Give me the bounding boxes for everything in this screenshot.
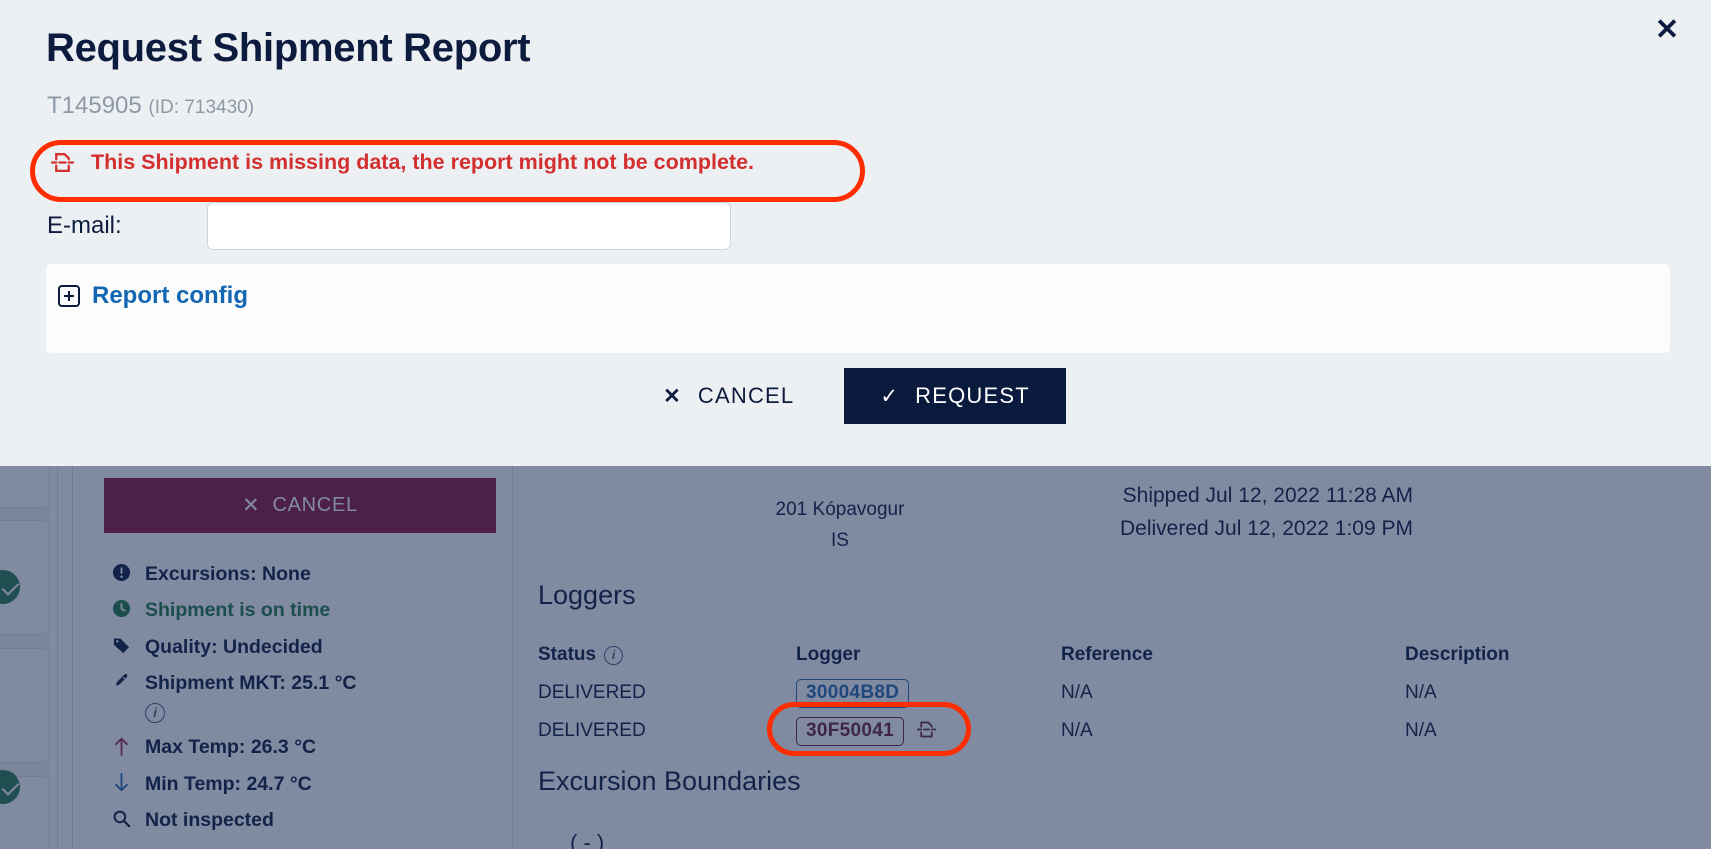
column-header-description: Description [1405,644,1668,666]
arrow-up-icon [110,733,132,756]
address-line-2: IS [700,526,980,557]
close-icon: ✕ [242,495,260,516]
shipment-code: T145905 [47,92,142,119]
stat-mkt: Shipment MKT: 25.1 °C i [110,669,510,726]
shipped-date: Shipped Jul 12, 2022 11:28 AM [1120,480,1413,513]
info-icon[interactable]: i [145,703,165,723]
cell-description: N/A [1405,682,1668,704]
stat-max-temp: Max Temp: 26.3 °C [110,733,510,761]
missing-data-warning: This Shipment is missing data, the repor… [30,140,776,187]
email-label: E-mail: [47,212,122,240]
stat-label: Not inspected [145,806,274,834]
request-button-label: REQUEST [915,383,1030,409]
excursion-hint: ( - ) [570,830,604,849]
loggers-section-title: Loggers [538,580,636,611]
logger-badge[interactable]: 30004B8D [796,679,909,708]
excursion-boundaries-title: Excursion Boundaries [538,766,801,797]
missing-data-icon [50,150,75,175]
cell-reference: N/A [1061,682,1405,704]
loggers-table: Status i Logger Reference Description DE… [538,636,1668,750]
cell-logger: 30F50041 [796,717,1061,746]
report-config-label: Report config [92,282,248,310]
cell-status: DELIVERED [538,720,796,742]
plus-square-icon [58,285,80,307]
cancel-button-label: CANCEL [698,383,794,409]
address-line-1: 201 Kópavogur [700,495,980,526]
screen-root: ✕ CANCEL Excursions: None Shipment is on… [0,0,1711,849]
stat-label: Min Temp: 24.7 °C [145,770,312,798]
shipment-id: (ID: 713430) [148,97,254,118]
stat-min-temp: Min Temp: 24.7 °C [110,770,510,798]
table-row: DELIVERED 30F50041 N/A N/A [538,712,1668,750]
report-config-panel: Report config [46,264,1670,353]
warning-content: This Shipment is missing data, the repor… [30,140,776,187]
clock-icon [110,596,132,618]
stat-quality: Quality: Undecided [110,633,510,661]
info-icon[interactable]: i [604,646,623,665]
stat-label: Shipment is on time [145,596,330,624]
divider [57,466,58,849]
column-header-status-label: Status [538,644,596,666]
stat-label: Max Temp: 26.3 °C [145,733,316,761]
shipment-cancel-label: CANCEL [272,494,357,517]
thermometer-icon [110,669,132,694]
table-row: DELIVERED 30004B8D N/A N/A [538,674,1668,712]
close-icon: ✕ [663,384,682,409]
logger-badge[interactable]: 30F50041 [796,717,904,746]
check-icon: ✓ [880,384,899,409]
page-title: Request Shipment Report [46,26,530,71]
report-config-toggle[interactable]: Report config [58,282,248,310]
tag-icon [110,633,132,655]
stat-ontime: Shipment is on time [110,596,510,624]
request-shipment-report-modal: ✕ Request Shipment Report T145905 (ID: 7… [0,0,1711,466]
shipment-identifier: T145905 (ID: 713430) [47,92,254,120]
panel-divider [512,466,513,849]
missing-data-icon [916,719,937,740]
stat-excursions: Excursions: None [110,560,510,588]
column-header-status: Status i [538,644,796,666]
exclamation-circle-icon [110,560,132,582]
stat-label: Excursions: None [145,560,311,588]
request-button[interactable]: ✓ REQUEST [844,368,1066,424]
table-header-row: Status i Logger Reference Description [538,636,1668,674]
cell-reference: N/A [1061,720,1405,742]
cancel-button[interactable]: ✕ CANCEL [645,368,812,424]
close-icon[interactable]: ✕ [1645,8,1689,52]
stat-inspection: Not inspected [110,806,510,834]
cell-logger: 30004B8D [796,679,1061,708]
shipment-address: 201 Kópavogur IS [700,495,980,557]
cell-status: DELIVERED [538,682,796,704]
rail-card[interactable] [0,648,50,763]
arrow-down-icon [110,770,132,793]
stat-label: Shipment MKT: 25.1 °C [145,669,357,697]
email-field[interactable] [207,202,731,250]
cell-description: N/A [1405,720,1668,742]
stat-label: Quality: Undecided [145,633,323,661]
delivered-date: Delivered Jul 12, 2022 1:09 PM [1120,513,1413,546]
shipment-cancel-button[interactable]: ✕ CANCEL [104,478,496,533]
magnifier-icon [110,806,132,828]
shipment-dates: Shipped Jul 12, 2022 11:28 AM Delivered … [1120,480,1413,545]
warning-text: This Shipment is missing data, the repor… [91,150,754,175]
shipment-stats-list: Excursions: None Shipment is on time Qua… [110,560,510,842]
column-header-logger: Logger [796,644,1061,666]
column-header-reference: Reference [1061,644,1405,666]
modal-action-bar: ✕ CANCEL ✓ REQUEST [0,368,1711,424]
